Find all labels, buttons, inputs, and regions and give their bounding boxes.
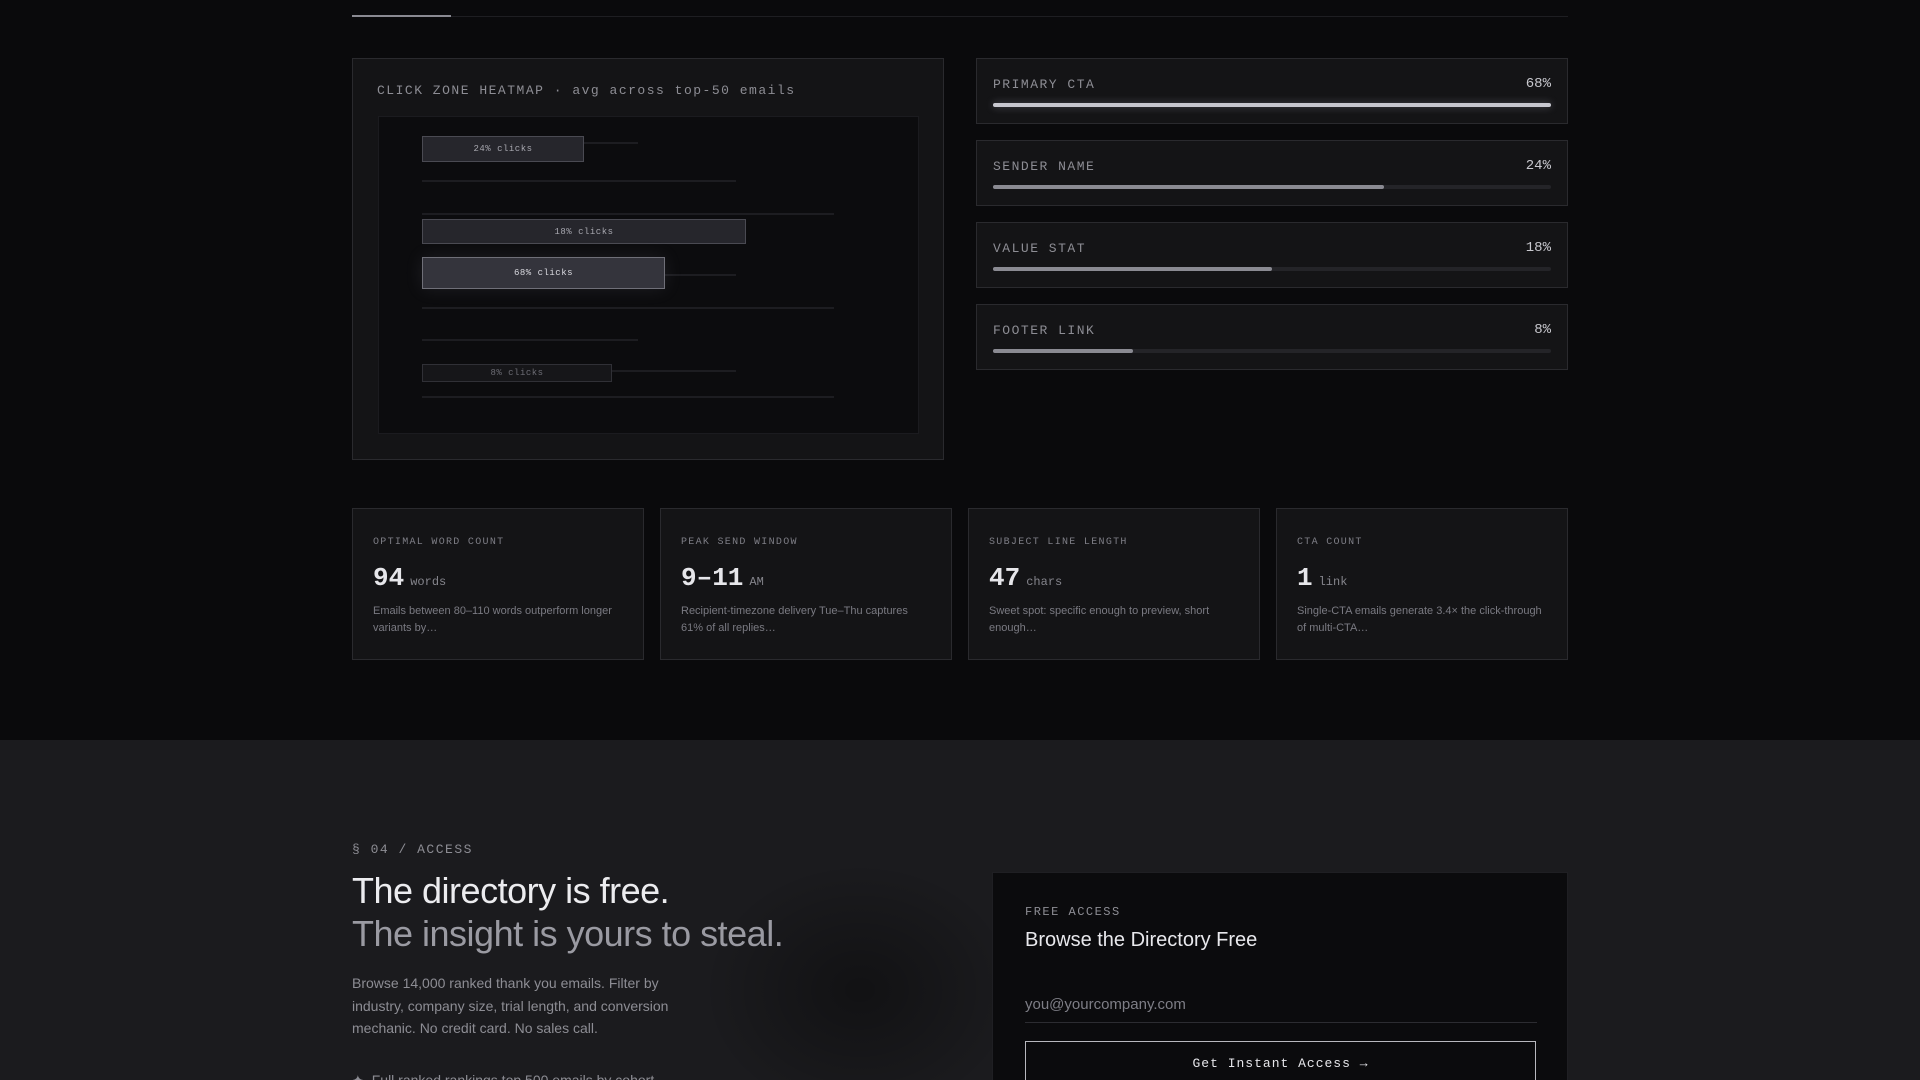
zone-label: 68% clicks — [513, 268, 573, 278]
metric-fill — [993, 185, 1384, 189]
metric-name: VALUE STAT — [993, 241, 1087, 256]
access-description: Browse 14,000 ranked thank you emails. F… — [352, 975, 669, 1036]
stat-number: 47 — [989, 563, 1021, 593]
placeholder-line — [422, 180, 736, 182]
headline-secondary: The insight is yours to steal. — [352, 913, 784, 954]
feature-bullet: ✦ Full ranked rankings top 500 emails by… — [352, 1072, 654, 1080]
metric-fill — [993, 103, 1551, 107]
stat-card-subject-length: SUBJECT LINE LENGTH 47 chars Sweet spot:… — [968, 508, 1260, 660]
placeholder-line — [422, 396, 834, 398]
stat-description: Sweet spot: specific enough to preview, … — [989, 605, 1210, 634]
zone-label: 24% clicks — [473, 144, 533, 154]
stat-unit: AM — [749, 575, 764, 589]
email-field[interactable] — [1025, 987, 1537, 1023]
stat-card-cta-count: CTA COUNT 1 link Single-CTA emails gener… — [1276, 508, 1568, 660]
stat-value: 47 chars — [989, 563, 1062, 593]
metric-primary-cta: PRIMARY CTA 68% — [976, 58, 1568, 124]
metric-fill — [993, 267, 1272, 271]
background-glow — [700, 860, 1020, 1080]
stat-description: Single-CTA emails generate 3.4× the clic… — [1297, 605, 1542, 634]
metric-track — [993, 267, 1551, 271]
zone-value-stat[interactable]: 18% clicks — [422, 219, 746, 244]
stat-value: 9–11 AM — [681, 563, 764, 593]
zone-label: 18% clicks — [554, 226, 614, 237]
stat-card-send-window: PEAK SEND WINDOW 9–11 AM Recipient-timez… — [660, 508, 952, 660]
metric-name: PRIMARY CTA — [993, 77, 1096, 92]
heatmap-title: CLICK ZONE HEATMAP · avg across top-50 e… — [377, 83, 796, 98]
stat-number: 94 — [373, 563, 405, 593]
metric-name: FOOTER LINK — [993, 323, 1096, 338]
zone-footer-link[interactable]: 8% clicks — [422, 364, 612, 382]
email-preview-canvas: 24% clicks 18% clicks 68% clicks 8% clic… — [378, 116, 919, 434]
stat-value: 94 words — [373, 563, 446, 593]
stat-unit: words — [410, 575, 447, 589]
feature-bullet-text: Full ranked rankings top 500 emails by c… — [371, 1072, 655, 1080]
metric-fill — [993, 349, 1133, 353]
stat-number: 1 — [1297, 563, 1313, 593]
placeholder-line — [422, 339, 638, 341]
metric-name: SENDER NAME — [993, 159, 1096, 174]
zone-label: 8% clicks — [490, 368, 544, 378]
form-label: FREE ACCESS — [1025, 905, 1121, 919]
metric-sender-name: SENDER NAME 24% — [976, 140, 1568, 206]
stat-label: OPTIMAL WORD COUNT — [373, 537, 505, 548]
metric-track — [993, 349, 1551, 353]
signup-form-card: FREE ACCESS Browse the Directory Free Ge… — [992, 872, 1568, 1080]
metric-track — [993, 185, 1551, 189]
placeholder-line — [422, 213, 834, 215]
click-zone-heatmap-panel: CLICK ZONE HEATMAP · avg across top-50 e… — [352, 58, 944, 460]
metric-percent: 24% — [1525, 158, 1551, 174]
section-label: § 04 / ACCESS — [352, 842, 473, 857]
placeholder-line — [422, 307, 834, 309]
stat-unit: chars — [1026, 575, 1063, 589]
metric-percent: 68% — [1525, 76, 1551, 92]
active-tab-indicator — [352, 15, 451, 17]
zone-sender-name[interactable]: 24% clicks — [422, 136, 584, 162]
metric-value-stat: VALUE STAT 18% — [976, 222, 1568, 288]
stat-description: Recipient-timezone delivery Tue–Thu capt… — [681, 605, 908, 634]
stat-unit: link — [1318, 575, 1348, 589]
form-title: Browse the Directory Free — [1025, 929, 1258, 951]
access-section: § 04 / ACCESS The directory is free. The… — [0, 740, 1920, 1080]
stat-label: SUBJECT LINE LENGTH — [989, 537, 1128, 548]
stat-label: CTA COUNT — [1297, 537, 1363, 548]
stat-description: Emails between 80–110 words outperform l… — [373, 605, 612, 634]
stat-number: 9–11 — [681, 563, 744, 593]
sparkle-icon: ✦ — [352, 1072, 364, 1080]
stat-label: PEAK SEND WINDOW — [681, 537, 798, 548]
tab-divider — [352, 16, 1568, 17]
zone-primary-cta[interactable]: 68% clicks — [422, 257, 665, 289]
metric-track — [993, 103, 1551, 107]
stat-card-word-count: OPTIMAL WORD COUNT 94 words Emails betwe… — [352, 508, 644, 660]
stat-value: 1 link — [1297, 563, 1347, 593]
metric-percent: 18% — [1525, 240, 1551, 256]
metric-footer-link: FOOTER LINK 8% — [976, 304, 1568, 370]
get-access-button[interactable]: Get Instant Access → — [1025, 1041, 1536, 1080]
metric-percent: 8% — [1534, 322, 1551, 338]
headline-primary: The directory is free. — [352, 870, 670, 911]
